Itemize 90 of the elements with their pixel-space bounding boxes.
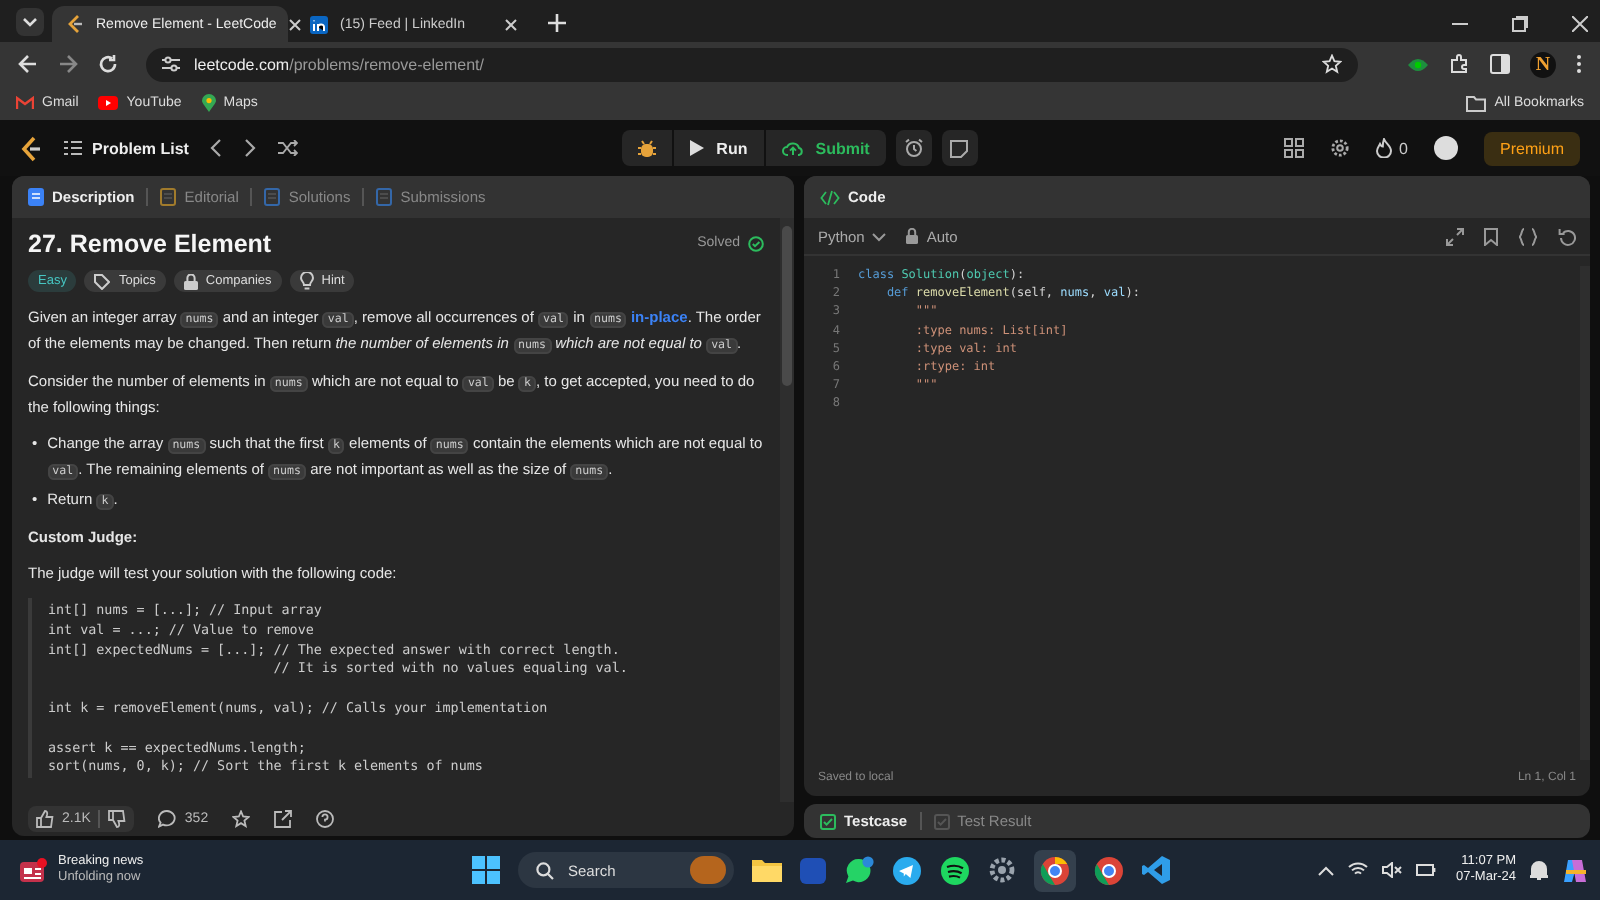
search-icon bbox=[536, 861, 554, 879]
browser-logo-icon bbox=[1040, 855, 1070, 885]
browser-app-icon[interactable] bbox=[1094, 855, 1124, 885]
chevron-down-icon bbox=[872, 231, 887, 241]
flame-icon bbox=[1375, 138, 1392, 158]
run-button[interactable]: Run bbox=[672, 130, 766, 166]
list-icon bbox=[64, 140, 82, 156]
back-icon[interactable] bbox=[18, 54, 38, 74]
note-icon bbox=[950, 139, 969, 157]
alarm-clock-icon bbox=[903, 138, 924, 158]
streak-counter[interactable]: 0 bbox=[1375, 138, 1408, 158]
mail-icon bbox=[16, 96, 34, 110]
star-icon[interactable] bbox=[232, 810, 251, 828]
profile-avatar[interactable]: N bbox=[1530, 51, 1556, 77]
checkbox-icon bbox=[933, 813, 950, 829]
extensions-icon[interactable] bbox=[1450, 54, 1470, 74]
close-icon[interactable] bbox=[288, 17, 303, 31]
expand-icon[interactable] bbox=[1446, 227, 1464, 245]
undo-icon[interactable] bbox=[1558, 227, 1576, 245]
map-pin-icon bbox=[201, 94, 216, 112]
document-icon bbox=[28, 188, 44, 206]
side-panel-icon[interactable] bbox=[1490, 54, 1510, 74]
document-icon bbox=[160, 188, 177, 206]
video-play-icon bbox=[98, 96, 119, 110]
start-icon[interactable] bbox=[472, 856, 500, 884]
chevron-down-icon bbox=[22, 14, 38, 30]
shuffle-icon[interactable] bbox=[278, 140, 299, 156]
checkbox-icon bbox=[820, 813, 836, 829]
close-icon[interactable] bbox=[1572, 16, 1588, 32]
submit-button[interactable]: Submit bbox=[765, 130, 886, 166]
copilot-icon[interactable] bbox=[1562, 857, 1588, 883]
problem-title: 27. Remove Element bbox=[28, 228, 274, 260]
paper-plane-icon[interactable] bbox=[892, 855, 922, 885]
folder-icon bbox=[1466, 95, 1487, 111]
tab-search-button[interactable] bbox=[16, 8, 44, 36]
eye-extension-icon[interactable] bbox=[1406, 55, 1430, 73]
linkedin-icon bbox=[310, 15, 328, 33]
previous-icon[interactable] bbox=[210, 138, 223, 158]
user-avatar[interactable] bbox=[1434, 136, 1458, 160]
folder-icon[interactable] bbox=[752, 858, 782, 882]
share-icon[interactable] bbox=[274, 810, 293, 828]
bookmark-icon[interactable] bbox=[1484, 227, 1498, 245]
scrollbar-thumb[interactable] bbox=[782, 226, 792, 386]
star-icon[interactable] bbox=[1322, 54, 1342, 74]
new-tab-icon[interactable] bbox=[548, 14, 566, 32]
site-settings-icon[interactable] bbox=[162, 56, 180, 72]
menu-icon[interactable] bbox=[1576, 54, 1582, 74]
note-button[interactable] bbox=[941, 130, 978, 166]
tag-icon bbox=[94, 273, 111, 289]
close-icon[interactable] bbox=[504, 17, 518, 31]
settings-icon[interactable] bbox=[1329, 138, 1350, 158]
comment-icon bbox=[158, 810, 177, 828]
check-circle-icon bbox=[748, 236, 764, 252]
lock-icon bbox=[906, 228, 919, 244]
bell-icon[interactable] bbox=[1530, 860, 1548, 880]
code-icon bbox=[820, 189, 840, 205]
lock-icon bbox=[183, 273, 198, 289]
alarm-clock-button[interactable] bbox=[895, 130, 932, 166]
speaker-muted-icon[interactable] bbox=[1382, 862, 1403, 878]
search-highlight-image bbox=[690, 856, 726, 884]
url-text: leetcode.com/problems/remove-element/ bbox=[194, 55, 484, 73]
braces-icon[interactable] bbox=[1518, 227, 1538, 245]
document-icon bbox=[376, 188, 393, 206]
problem-list-button[interactable]: Problem List bbox=[64, 139, 189, 157]
document-icon bbox=[264, 188, 281, 206]
chevron-up-icon[interactable] bbox=[1318, 865, 1335, 875]
thumbs-up-icon bbox=[36, 810, 54, 828]
restore-icon[interactable] bbox=[1512, 16, 1528, 32]
thumbs-down-icon bbox=[108, 810, 127, 828]
layout-icon[interactable] bbox=[1283, 138, 1304, 158]
forward-icon[interactable] bbox=[58, 54, 78, 74]
wifi-icon[interactable] bbox=[1348, 862, 1369, 878]
bug-icon bbox=[638, 139, 657, 157]
chat-bubble-icon[interactable] bbox=[844, 855, 874, 885]
cloud-upload-icon bbox=[781, 140, 804, 156]
code-logo-icon bbox=[66, 14, 84, 34]
reload-icon[interactable] bbox=[98, 54, 118, 74]
code-editor-icon[interactable] bbox=[1142, 856, 1170, 884]
battery-icon[interactable] bbox=[1416, 862, 1437, 878]
play-icon bbox=[690, 140, 705, 156]
settings-icon[interactable] bbox=[988, 856, 1016, 884]
next-icon[interactable] bbox=[244, 138, 257, 158]
help-icon[interactable] bbox=[316, 810, 335, 828]
code-logo-icon[interactable] bbox=[20, 135, 42, 161]
music-icon[interactable] bbox=[940, 855, 970, 885]
address-bar[interactable]: leetcode.com/problems/remove-element/ bbox=[146, 47, 1358, 81]
premium-button[interactable]: Premium bbox=[1484, 131, 1581, 165]
news-icon bbox=[20, 858, 48, 882]
lightbulb-icon bbox=[299, 272, 314, 290]
browser-app-button[interactable] bbox=[1034, 849, 1076, 891]
